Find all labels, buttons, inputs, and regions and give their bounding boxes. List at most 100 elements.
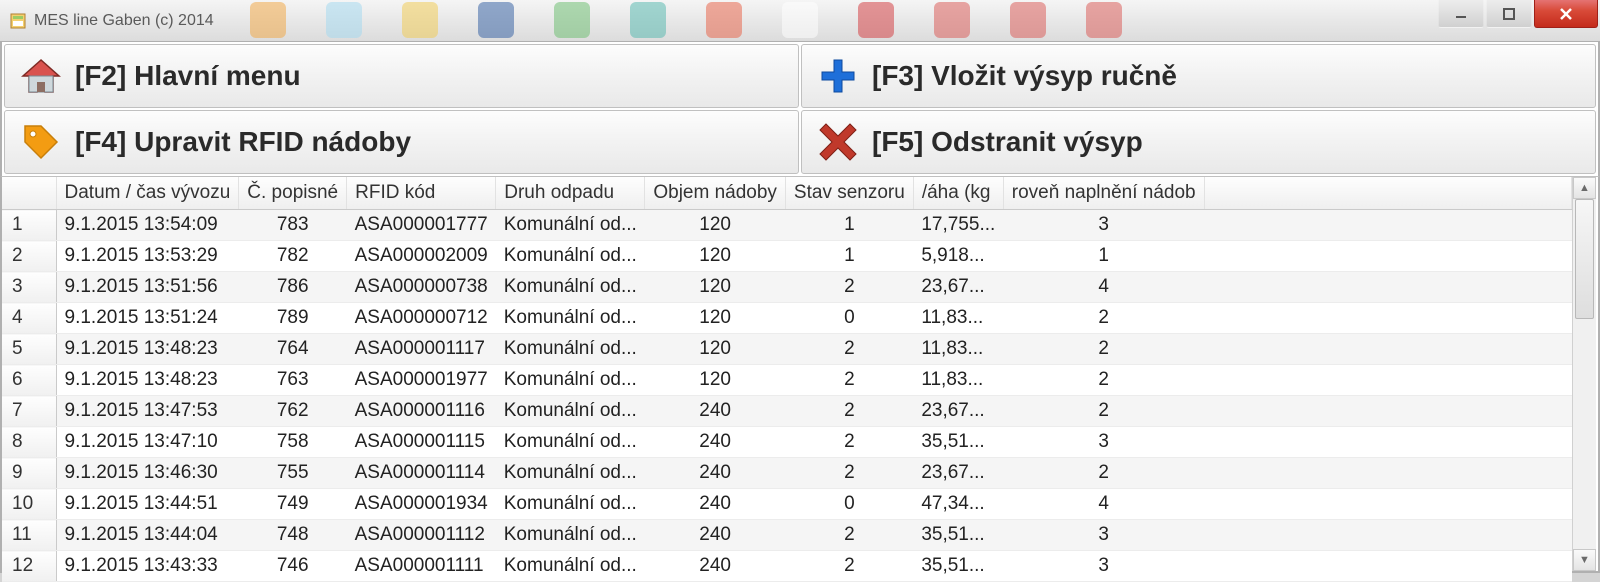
- cell-rfid: ASA000001777: [347, 210, 496, 241]
- cell-popisne: 755: [239, 458, 347, 489]
- cell-rfid: ASA000001934: [347, 489, 496, 520]
- cell-vaha: 47,34...: [913, 489, 1003, 520]
- data-grid[interactable]: Datum / čas vývozu Č. popisné RFID kód D…: [2, 177, 1572, 582]
- row-number: 1: [2, 210, 56, 241]
- cell-uroven: 2: [1003, 334, 1204, 365]
- table-row[interactable]: 69.1.2015 13:48:23763ASA000001977Komunál…: [2, 365, 1572, 396]
- cell-uroven: 3: [1003, 210, 1204, 241]
- cell-druh: Komunální od...: [496, 210, 645, 241]
- cell-objem: 240: [645, 458, 786, 489]
- scroll-down-arrow[interactable]: ▼: [1573, 549, 1596, 571]
- row-number: 11: [2, 520, 56, 551]
- home-icon: [17, 52, 65, 100]
- cell-rfid: ASA000001115: [347, 427, 496, 458]
- table-row[interactable]: 129.1.2015 13:43:33746ASA000001111Komuná…: [2, 551, 1572, 582]
- cell-filler: [1204, 334, 1571, 365]
- cell-popisne: 758: [239, 427, 347, 458]
- column-datum[interactable]: Datum / čas vývozu: [56, 177, 239, 210]
- cell-uroven: 4: [1003, 272, 1204, 303]
- insert-label: [F3] Vložit výsyp ručně: [872, 60, 1177, 92]
- scroll-thumb[interactable]: [1575, 199, 1594, 319]
- row-number: 8: [2, 427, 56, 458]
- main-menu-button[interactable]: [F2] Hlavní menu: [4, 44, 799, 108]
- cell-vaha: 17,755...: [913, 210, 1003, 241]
- cell-stav: 2: [785, 396, 913, 427]
- table-row[interactable]: 79.1.2015 13:47:53762ASA000001116Komunál…: [2, 396, 1572, 427]
- table-row[interactable]: 99.1.2015 13:46:30755ASA000001114Komunál…: [2, 458, 1572, 489]
- cell-rfid: ASA000001111: [347, 551, 496, 582]
- cell-druh: Komunální od...: [496, 551, 645, 582]
- minimize-button[interactable]: [1438, 0, 1484, 28]
- cell-datum: 9.1.2015 13:44:51: [56, 489, 239, 520]
- table-row[interactable]: 19.1.2015 13:54:09783ASA000001777Komunál…: [2, 210, 1572, 241]
- cell-uroven: 3: [1003, 520, 1204, 551]
- cell-stav: 2: [785, 427, 913, 458]
- column-objem[interactable]: Objem nádoby: [645, 177, 786, 210]
- table-row[interactable]: 49.1.2015 13:51:24789ASA000000712Komunál…: [2, 303, 1572, 334]
- toolbar: [F2] Hlavní menu [F3] Vložit výsyp ručně…: [0, 42, 1600, 176]
- cell-popisne: 786: [239, 272, 347, 303]
- column-vaha[interactable]: /áha (kg: [913, 177, 1003, 210]
- edit-rfid-label: [F4] Upravit RFID nádoby: [75, 126, 411, 158]
- table-row[interactable]: 119.1.2015 13:44:04748ASA000001112Komuná…: [2, 520, 1572, 551]
- cell-datum: 9.1.2015 13:44:04: [56, 520, 239, 551]
- column-stav[interactable]: Stav senzoru: [785, 177, 913, 210]
- column-rownum[interactable]: [2, 177, 56, 210]
- cell-rfid: ASA000001112: [347, 520, 496, 551]
- cell-rfid: ASA000000738: [347, 272, 496, 303]
- cell-vaha: 35,51...: [913, 520, 1003, 551]
- cell-objem: 120: [645, 210, 786, 241]
- insert-button[interactable]: [F3] Vložit výsyp ručně: [801, 44, 1596, 108]
- main-menu-label: [F2] Hlavní menu: [75, 60, 301, 92]
- table-row[interactable]: 29.1.2015 13:53:29782ASA000002009Komunál…: [2, 241, 1572, 272]
- cell-stav: 2: [785, 365, 913, 396]
- column-druh[interactable]: Druh odpadu: [496, 177, 645, 210]
- table-row[interactable]: 109.1.2015 13:44:51749ASA000001934Komuná…: [2, 489, 1572, 520]
- column-uroven[interactable]: roveň naplnění nádob: [1003, 177, 1204, 210]
- cell-objem: 240: [645, 551, 786, 582]
- edit-rfid-button[interactable]: [F4] Upravit RFID nádoby: [4, 110, 799, 174]
- cell-druh: Komunální od...: [496, 396, 645, 427]
- cell-vaha: 11,83...: [913, 365, 1003, 396]
- cell-uroven: 3: [1003, 551, 1204, 582]
- column-rfid[interactable]: RFID kód: [347, 177, 496, 210]
- cell-druh: Komunální od...: [496, 241, 645, 272]
- grid-container: Datum / čas vývozu Č. popisné RFID kód D…: [0, 176, 1600, 573]
- cell-vaha: 23,67...: [913, 396, 1003, 427]
- cell-uroven: 2: [1003, 458, 1204, 489]
- plus-icon: [814, 52, 862, 100]
- scroll-track[interactable]: [1573, 199, 1596, 549]
- cell-druh: Komunální od...: [496, 489, 645, 520]
- cell-vaha: 23,67...: [913, 272, 1003, 303]
- scroll-up-arrow[interactable]: ▲: [1573, 177, 1596, 199]
- table-row[interactable]: 89.1.2015 13:47:10758ASA000001115Komunál…: [2, 427, 1572, 458]
- cell-rfid: ASA000001116: [347, 396, 496, 427]
- tag-icon: [17, 118, 65, 166]
- cell-filler: [1204, 241, 1571, 272]
- row-number: 12: [2, 551, 56, 582]
- cell-popisne: 764: [239, 334, 347, 365]
- header-row: Datum / čas vývozu Č. popisné RFID kód D…: [2, 177, 1572, 210]
- cell-datum: 9.1.2015 13:48:23: [56, 365, 239, 396]
- window-controls: [1438, 0, 1600, 28]
- cell-datum: 9.1.2015 13:46:30: [56, 458, 239, 489]
- vertical-scrollbar[interactable]: ▲ ▼: [1572, 177, 1596, 571]
- cell-druh: Komunální od...: [496, 365, 645, 396]
- row-number: 4: [2, 303, 56, 334]
- table-row[interactable]: 59.1.2015 13:48:23764ASA000001117Komunál…: [2, 334, 1572, 365]
- cell-stav: 2: [785, 520, 913, 551]
- cell-popisne: 783: [239, 210, 347, 241]
- delete-button[interactable]: [F5] Odstranit výsyp: [801, 110, 1596, 174]
- maximize-button[interactable]: [1486, 0, 1532, 28]
- cell-druh: Komunální od...: [496, 272, 645, 303]
- cell-objem: 120: [645, 272, 786, 303]
- column-popisne[interactable]: Č. popisné: [239, 177, 347, 210]
- cell-uroven: 2: [1003, 396, 1204, 427]
- app-icon: [8, 11, 28, 31]
- cell-stav: 2: [785, 458, 913, 489]
- close-button[interactable]: [1534, 0, 1598, 28]
- table-row[interactable]: 39.1.2015 13:51:56786ASA000000738Komunál…: [2, 272, 1572, 303]
- cell-objem: 240: [645, 489, 786, 520]
- cell-druh: Komunální od...: [496, 520, 645, 551]
- cell-stav: 0: [785, 303, 913, 334]
